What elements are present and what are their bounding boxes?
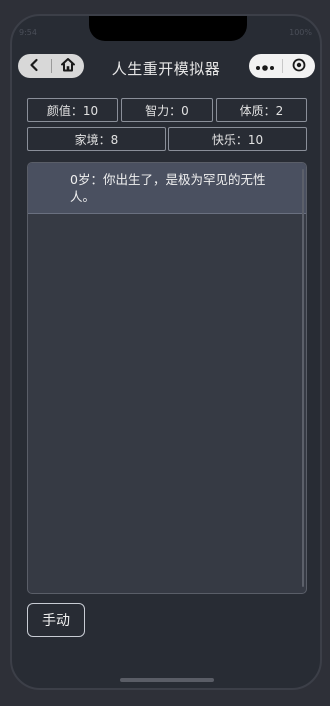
mini-program-capsule: [249, 54, 315, 78]
more-button[interactable]: [249, 54, 282, 78]
life-log-panel[interactable]: 0岁：你出生了，是极为罕见的无性人。: [27, 162, 307, 594]
home-indicator: [120, 678, 214, 682]
stat-constitution: 体质：2: [216, 98, 307, 122]
log-scrollbar[interactable]: [302, 169, 304, 587]
log-entry: 0岁：你出生了，是极为罕见的无性人。: [28, 163, 306, 214]
stat-appearance: 颜值：10: [27, 98, 118, 122]
device-notch: [89, 16, 247, 41]
close-button[interactable]: [283, 54, 316, 78]
stat-family: 家境：8: [27, 127, 166, 151]
status-time: 9:54: [19, 28, 37, 37]
more-dots-icon: [255, 57, 275, 76]
manual-button[interactable]: 手动: [27, 603, 85, 637]
stat-happiness: 快乐：10: [168, 127, 307, 151]
phone-frame: 9:54 100% 人生重开模拟器 颜值：10 智力：0 体质：2 家境：8 快…: [10, 14, 322, 690]
status-battery: 100%: [289, 28, 312, 37]
target-close-icon: [292, 57, 306, 76]
stat-intelligence: 智力：0: [121, 98, 213, 122]
